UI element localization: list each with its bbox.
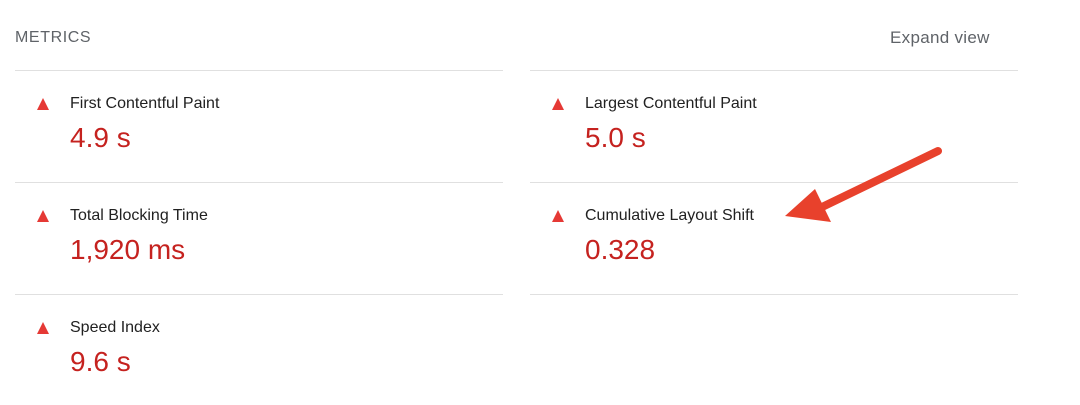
divider bbox=[15, 70, 503, 71]
metric-value: 1,920 ms bbox=[70, 234, 186, 265]
metrics-title: METRICS bbox=[15, 29, 92, 46]
metric-value: 4.9 s bbox=[70, 122, 131, 153]
divider bbox=[530, 70, 1018, 71]
divider bbox=[15, 182, 503, 183]
expand-view-button[interactable]: Expand view bbox=[890, 28, 990, 48]
metric-label: Cumulative Layout Shift bbox=[585, 207, 754, 224]
metric-value: 5.0 s bbox=[585, 122, 646, 153]
metric-value: 9.6 s bbox=[70, 346, 131, 377]
fail-triangle-icon bbox=[552, 98, 564, 110]
metric-label: Largest Contentful Paint bbox=[585, 95, 757, 112]
arrow-annotation-icon bbox=[785, 147, 942, 222]
metric-label: First Contentful Paint bbox=[70, 95, 220, 112]
fail-triangle-icon bbox=[37, 210, 49, 222]
fail-triangle-icon bbox=[552, 210, 564, 222]
metric-label: Total Blocking Time bbox=[70, 207, 208, 224]
fail-triangle-icon bbox=[37, 98, 49, 110]
divider bbox=[15, 294, 503, 295]
fail-triangle-icon bbox=[37, 322, 49, 334]
divider bbox=[530, 182, 1018, 183]
metric-value: 0.328 bbox=[585, 234, 656, 265]
divider bbox=[530, 294, 1018, 295]
metric-label: Speed Index bbox=[70, 319, 160, 336]
